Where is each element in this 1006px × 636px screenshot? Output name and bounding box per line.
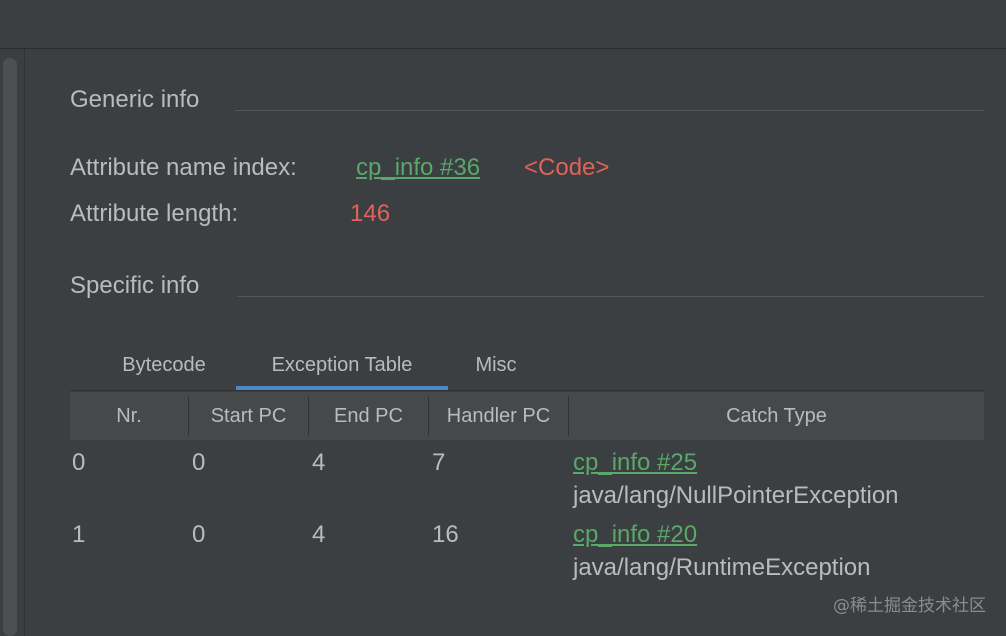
catch-type-class: java/lang/RuntimeException: [573, 554, 871, 581]
catch-type-class: java/lang/NullPointerException: [573, 482, 899, 509]
cell-handler-pc: 7: [432, 449, 446, 476]
attribute-length-value: 146: [350, 200, 391, 227]
tab-bytecode-label: Bytecode: [122, 354, 206, 376]
cell-end-pc: 4: [312, 521, 326, 548]
column-header-handler-pc[interactable]: Handler PC: [429, 392, 568, 440]
catch-type-link[interactable]: cp_info #25: [573, 449, 697, 477]
watermark: @稀土掘金技术社区: [833, 596, 986, 616]
tab-bytecode[interactable]: Bytecode: [100, 344, 228, 390]
tab-exception-table-label: Exception Table: [271, 354, 413, 376]
cell-handler-pc: 16: [432, 521, 459, 548]
attribute-name-index-link[interactable]: cp_info #36: [356, 154, 480, 182]
specific-info-divider: [237, 296, 984, 297]
exception-table-header: Nr. Start PC End PC Handler PC Catch Typ…: [70, 392, 984, 440]
specific-info-title: Specific info: [70, 272, 200, 299]
generic-info-title: Generic info: [70, 86, 200, 113]
column-header-start-pc[interactable]: Start PC: [189, 392, 308, 440]
cell-nr: 1: [72, 521, 86, 548]
attribute-length-label: Attribute length:: [70, 200, 239, 227]
column-header-catch-type[interactable]: Catch Type: [569, 392, 984, 440]
tabs-divider: [70, 390, 984, 391]
cell-nr: 0: [72, 449, 86, 476]
column-header-nr[interactable]: Nr.: [70, 392, 188, 440]
generic-info-divider: [235, 110, 984, 111]
cell-start-pc: 0: [192, 521, 206, 548]
tab-exception-table[interactable]: Exception Table: [236, 344, 448, 390]
tab-misc[interactable]: Misc: [456, 344, 536, 390]
top-toolbar: [0, 0, 1006, 49]
tab-misc-label: Misc: [475, 354, 517, 376]
cell-start-pc: 0: [192, 449, 206, 476]
vertical-scrollbar[interactable]: [3, 58, 17, 636]
catch-type-link[interactable]: cp_info #20: [573, 521, 697, 549]
column-header-end-pc[interactable]: End PC: [309, 392, 428, 440]
attribute-name-index-label: Attribute name index:: [70, 154, 297, 181]
attribute-name-index-value: <Code>: [524, 154, 610, 181]
cell-end-pc: 4: [312, 449, 326, 476]
